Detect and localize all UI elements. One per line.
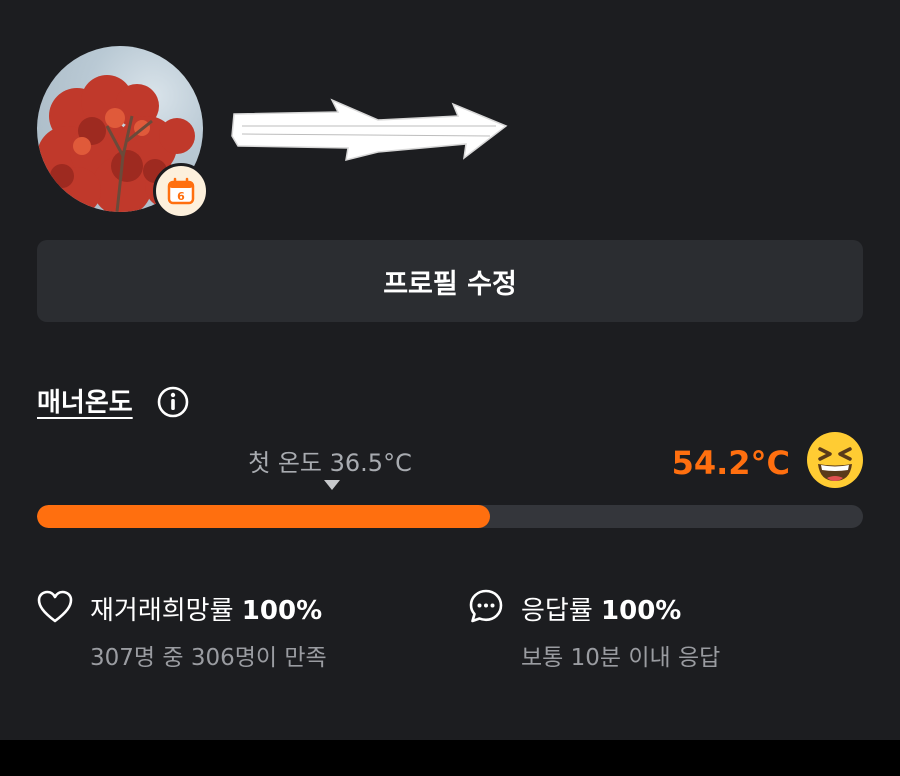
bottom-edge [0,740,900,776]
heart-outline-icon [37,590,73,623]
rebuy-rate-detail: 307명 중 306명이 만족 [90,645,327,671]
first-temperature-marker-icon [324,480,340,490]
first-temperature-label: 첫 온도 36.5°C [248,449,412,477]
edit-profile-button[interactable]: 프로필 수정 [37,240,863,322]
grinning-squinting-face-icon [807,432,863,488]
current-temperature-value: 54.2°C [671,444,790,482]
svg-text:6: 6 [177,190,185,203]
manner-temperature-bar-fill [37,505,490,528]
arrow-right-icon [231,98,508,162]
manner-temperature-title[interactable]: 매너온도 [37,382,133,419]
rebuy-rate-value: 100% [241,596,323,626]
rebuy-rate-title: 재거래희망률 [90,596,234,626]
response-rate-detail: 보통 10분 이내 응답 [521,645,721,671]
response-rate-label: 응답률 100% [521,590,681,627]
response-rate-title: 응답률 [521,596,593,626]
calendar-badge-icon: 6 [153,163,209,219]
info-icon[interactable] [156,385,190,419]
response-rate-value: 100% [601,596,682,626]
rebuy-rate-label: 재거래희망률 100% [90,590,322,627]
chat-bubble-icon [469,589,503,623]
manner-temperature-bar [37,505,863,528]
